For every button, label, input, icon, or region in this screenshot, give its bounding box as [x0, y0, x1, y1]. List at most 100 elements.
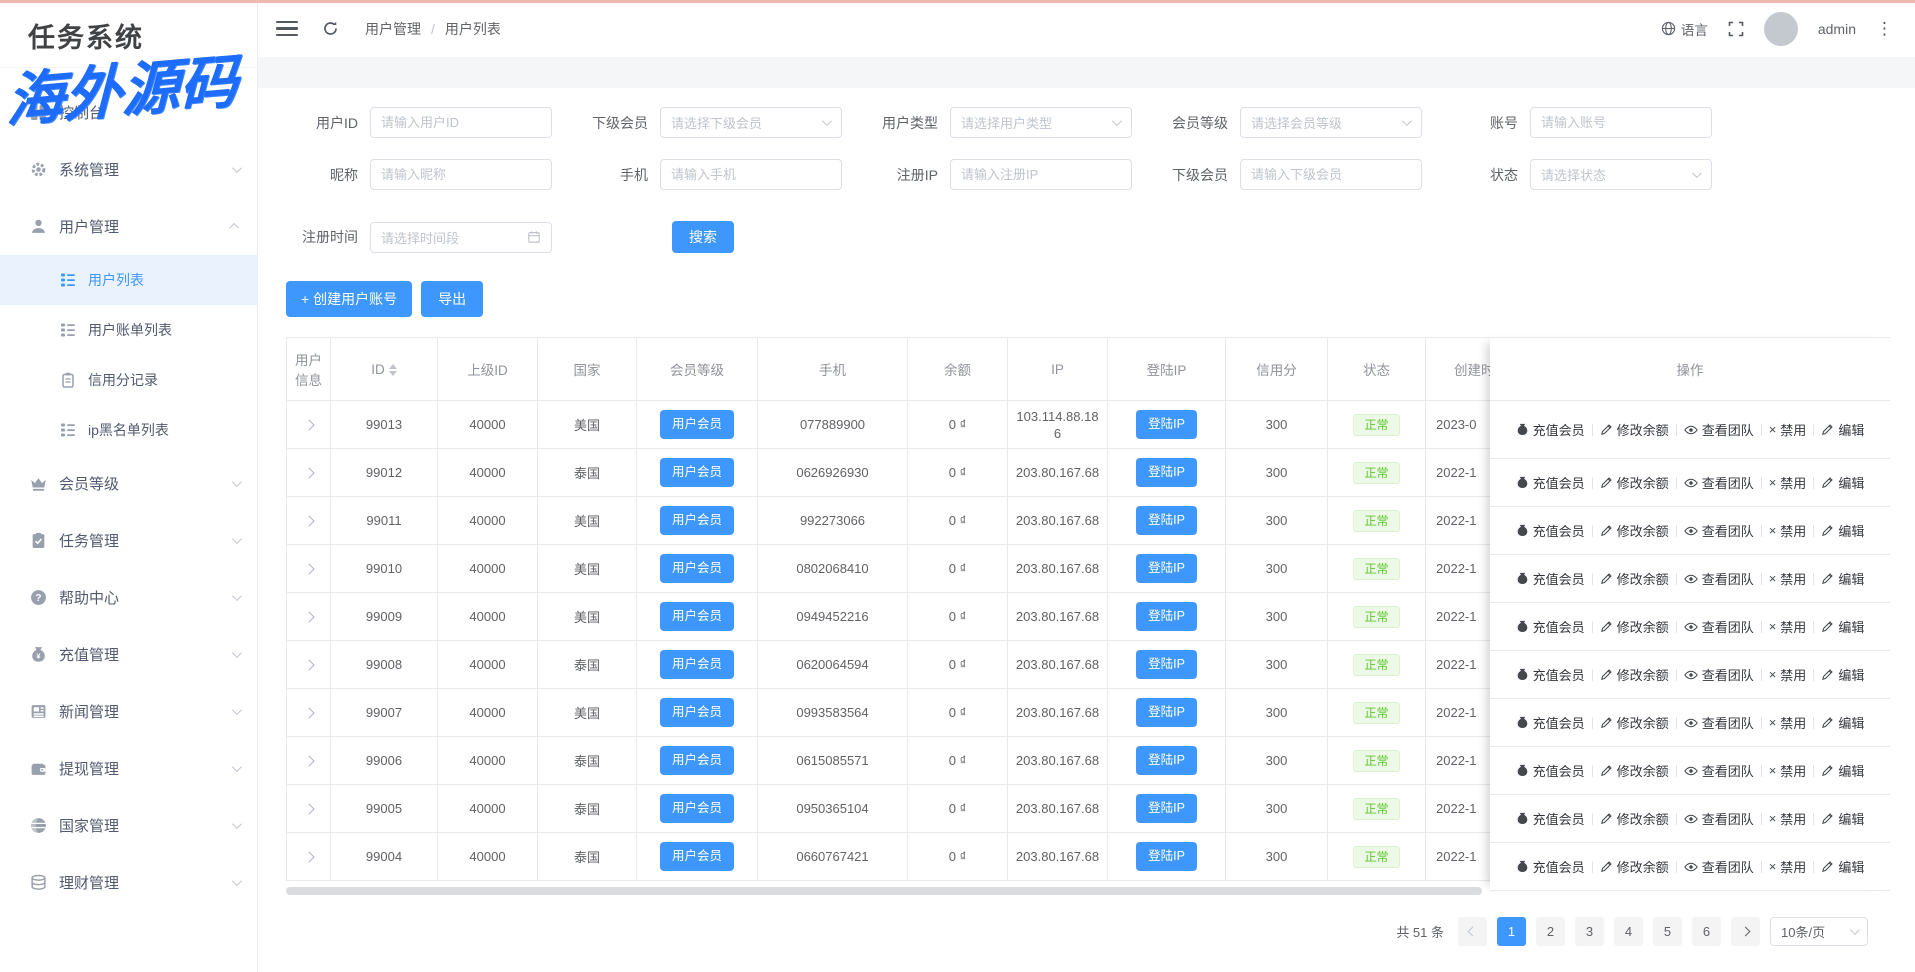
- user-type-select[interactable]: 请选择用户类型: [950, 107, 1132, 138]
- page-button-3[interactable]: 3: [1575, 917, 1604, 946]
- view-team-link[interactable]: 查看团队: [1684, 617, 1754, 636]
- edit-user-link[interactable]: 编辑: [1821, 665, 1864, 684]
- recharge-member-link[interactable]: 充值会员: [1516, 617, 1585, 636]
- edit-user-link[interactable]: 编辑: [1821, 617, 1864, 636]
- date-range-picker[interactable]: 请选择时间段: [370, 222, 552, 253]
- hamburger-menu-icon[interactable]: [276, 17, 298, 41]
- sidebar-item-ip-blacklist[interactable]: ip黑名单列表: [0, 405, 257, 455]
- disable-user-link[interactable]: × 禁用: [1769, 809, 1807, 828]
- account-input[interactable]: [1531, 108, 1711, 137]
- disable-user-link[interactable]: × 禁用: [1769, 420, 1807, 439]
- member-level-chip[interactable]: 用户会员: [660, 698, 734, 727]
- sidebar-item-countries[interactable]: 国家管理: [0, 797, 257, 854]
- recharge-member-link[interactable]: 充值会员: [1516, 761, 1585, 780]
- disable-user-link[interactable]: × 禁用: [1769, 713, 1807, 732]
- recharge-member-link[interactable]: 充值会员: [1516, 473, 1585, 492]
- refresh-icon[interactable]: [322, 20, 339, 37]
- modify-balance-link[interactable]: 修改余额: [1600, 569, 1669, 588]
- member-level-chip[interactable]: 用户会员: [660, 794, 734, 823]
- col-id[interactable]: ID: [331, 338, 438, 401]
- login-ip-button[interactable]: 登陆IP: [1136, 410, 1197, 439]
- recharge-member-link[interactable]: 充值会员: [1516, 809, 1585, 828]
- prev-page-button[interactable]: [1458, 917, 1487, 946]
- login-ip-button[interactable]: 登陆IP: [1136, 794, 1197, 823]
- page-button-2[interactable]: 2: [1536, 917, 1565, 946]
- disable-user-link[interactable]: × 禁用: [1769, 761, 1807, 780]
- horizontal-scrollbar[interactable]: [286, 887, 1482, 895]
- avatar[interactable]: [1764, 12, 1798, 46]
- disable-user-link[interactable]: × 禁用: [1769, 665, 1807, 684]
- member-level-chip[interactable]: 用户会员: [660, 458, 734, 487]
- modify-balance-link[interactable]: 修改余额: [1600, 809, 1669, 828]
- sidebar-item-tasks[interactable]: 任务管理: [0, 512, 257, 569]
- view-team-link[interactable]: 查看团队: [1684, 665, 1754, 684]
- sidebar-item-help-center[interactable]: ? 帮助中心: [0, 569, 257, 626]
- recharge-member-link[interactable]: 充值会员: [1516, 569, 1585, 588]
- modify-balance-link[interactable]: 修改余额: [1600, 473, 1669, 492]
- row-expander-icon[interactable]: [303, 851, 314, 862]
- modify-balance-link[interactable]: 修改余额: [1600, 617, 1669, 636]
- edit-user-link[interactable]: 编辑: [1821, 420, 1864, 439]
- sub-member-select[interactable]: 请选择下级会员: [660, 107, 842, 138]
- member-level-chip[interactable]: 用户会员: [660, 746, 734, 775]
- page-button-4[interactable]: 4: [1614, 917, 1643, 946]
- modify-balance-link[interactable]: 修改余额: [1600, 713, 1669, 732]
- member-level-chip[interactable]: 用户会员: [660, 842, 734, 871]
- edit-user-link[interactable]: 编辑: [1821, 569, 1864, 588]
- row-expander-icon[interactable]: [303, 467, 314, 478]
- next-page-button[interactable]: [1731, 917, 1760, 946]
- page-size-select[interactable]: 10条/页: [1770, 917, 1868, 946]
- nickname-input[interactable]: [371, 160, 551, 189]
- modify-balance-link[interactable]: 修改余额: [1600, 420, 1669, 439]
- breadcrumb-item[interactable]: 用户管理: [365, 19, 421, 39]
- view-team-link[interactable]: 查看团队: [1684, 569, 1754, 588]
- sidebar-item-user-bills[interactable]: 用户账单列表: [0, 305, 257, 355]
- view-team-link[interactable]: 查看团队: [1684, 761, 1754, 780]
- edit-user-link[interactable]: 编辑: [1821, 857, 1864, 876]
- row-expander-icon[interactable]: [303, 707, 314, 718]
- more-menu-icon[interactable]: ⋮: [1876, 19, 1893, 39]
- login-ip-button[interactable]: 登陆IP: [1136, 458, 1197, 487]
- view-team-link[interactable]: 查看团队: [1684, 713, 1754, 732]
- member-level-chip[interactable]: 用户会员: [660, 650, 734, 679]
- view-team-link[interactable]: 查看团队: [1684, 521, 1754, 540]
- view-team-link[interactable]: 查看团队: [1684, 857, 1754, 876]
- login-ip-button[interactable]: 登陆IP: [1136, 746, 1197, 775]
- member-level-chip[interactable]: 用户会员: [660, 410, 734, 439]
- edit-user-link[interactable]: 编辑: [1821, 521, 1864, 540]
- member-level-chip[interactable]: 用户会员: [660, 554, 734, 583]
- row-expander-icon[interactable]: [303, 803, 314, 814]
- recharge-member-link[interactable]: 充值会员: [1516, 857, 1585, 876]
- member-level-select[interactable]: 请选择会员等级: [1240, 107, 1422, 138]
- sidebar-item-users[interactable]: 用户管理: [0, 198, 257, 255]
- sidebar-item-news[interactable]: 新闻管理: [0, 683, 257, 740]
- export-button[interactable]: 导出: [421, 281, 483, 317]
- row-expander-icon[interactable]: [303, 659, 314, 670]
- sidebar-item-user-list[interactable]: 用户列表: [0, 255, 257, 305]
- recharge-member-link[interactable]: 充值会员: [1516, 665, 1585, 684]
- modify-balance-link[interactable]: 修改余额: [1600, 857, 1669, 876]
- sidebar-item-credit-records[interactable]: 信用分记录: [0, 355, 257, 405]
- modify-balance-link[interactable]: 修改余额: [1600, 761, 1669, 780]
- login-ip-button[interactable]: 登陆IP: [1136, 842, 1197, 871]
- view-team-link[interactable]: 查看团队: [1684, 809, 1754, 828]
- search-button[interactable]: 搜索: [672, 221, 734, 253]
- view-team-link[interactable]: 查看团队: [1684, 473, 1754, 492]
- modify-balance-link[interactable]: 修改余额: [1600, 521, 1669, 540]
- recharge-member-link[interactable]: 充值会员: [1516, 420, 1585, 439]
- recharge-member-link[interactable]: 充值会员: [1516, 713, 1585, 732]
- member-level-chip[interactable]: 用户会员: [660, 602, 734, 631]
- disable-user-link[interactable]: × 禁用: [1769, 857, 1807, 876]
- page-button-5[interactable]: 5: [1653, 917, 1682, 946]
- phone-input[interactable]: [661, 160, 841, 189]
- sidebar-item-finance[interactable]: 理财管理: [0, 854, 257, 911]
- sidebar-item-system[interactable]: 系统管理: [0, 141, 257, 198]
- recharge-member-link[interactable]: 充值会员: [1516, 521, 1585, 540]
- member-level-chip[interactable]: 用户会员: [660, 506, 734, 535]
- register-ip-input[interactable]: [951, 160, 1131, 189]
- page-button-6[interactable]: 6: [1692, 917, 1721, 946]
- language-switcher[interactable]: 语言: [1661, 19, 1708, 39]
- disable-user-link[interactable]: × 禁用: [1769, 521, 1807, 540]
- disable-user-link[interactable]: × 禁用: [1769, 617, 1807, 636]
- row-expander-icon[interactable]: [303, 755, 314, 766]
